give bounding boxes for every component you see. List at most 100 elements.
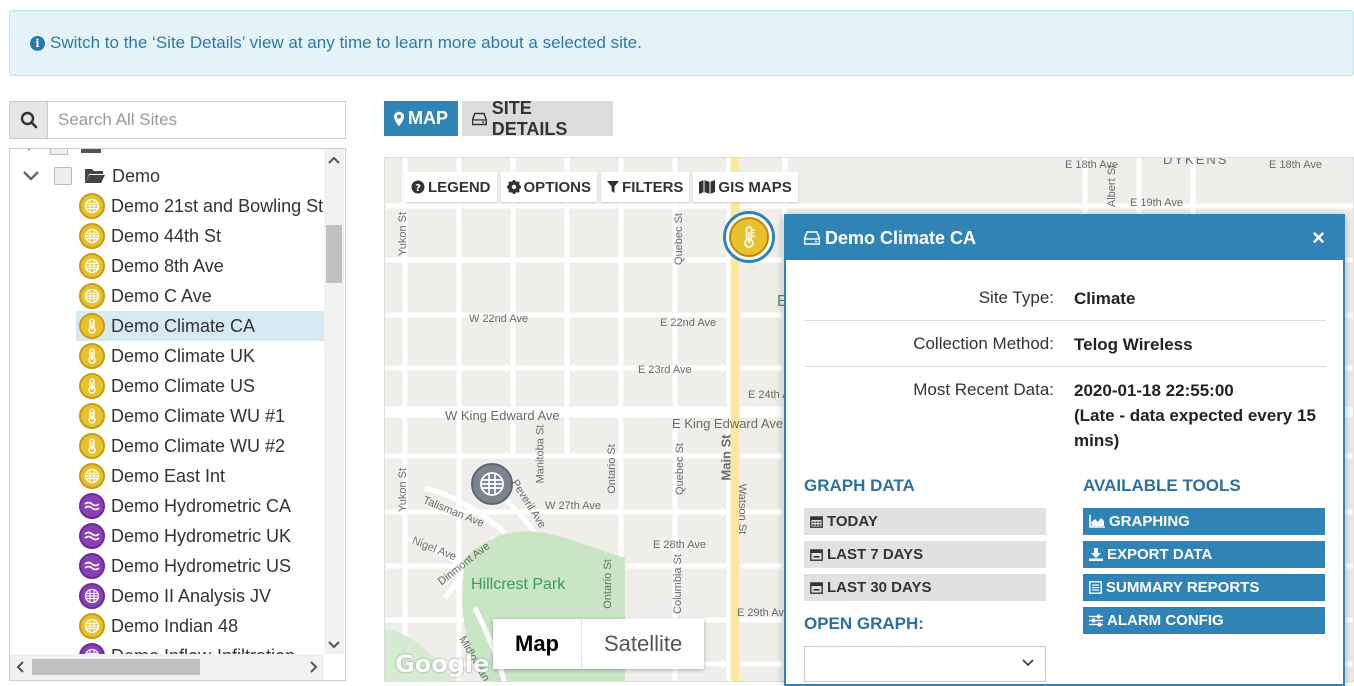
recent-data-value: 2020-01-18 22:55:00 (Late - data expecte… [1074,378,1326,453]
map-label-e29: E 29th Ave [737,607,791,619]
map-label-yukon-1: Yukon St [397,211,410,257]
thermometer-icon [88,348,96,364]
map-label-district: DYKENS [1163,157,1229,167]
popup-header: Demo Climate CA × [786,216,1343,260]
site-info-popup: Demo Climate CA × Site Type: Climate Col… [784,214,1345,686]
map-icon [699,180,716,194]
alarm-config-button[interactable]: ALARM CONFIG [1083,607,1325,634]
site-type-label: Site Type: [978,288,1054,307]
summary-reports-button[interactable]: SUMMARY REPORTS [1083,574,1325,601]
folder-open-icon [85,169,105,183]
hscroll-thumb[interactable] [32,659,200,675]
wave-icon [84,531,100,541]
site-type-icon [79,193,105,219]
tree-site-item[interactable]: Demo Indian 48 [76,611,324,641]
tree-site-item[interactable]: Demo Hydrometric CA [76,491,324,521]
tree-site-label: Demo 44th St [111,225,222,246]
tree-site-item[interactable]: Demo Inflow-Infiltration [76,641,324,654]
legend-button[interactable]: ? LEGEND [405,172,497,202]
svg-text:?: ? [415,183,421,194]
legend-label: LEGEND [428,178,491,196]
site-type-icon [79,613,105,639]
site-marker-grey[interactable] [471,463,513,505]
filters-label: FILTERS [622,178,684,196]
options-button[interactable]: OPTIONS [500,172,598,202]
thermometer-icon [88,408,96,424]
scroll-left-icon[interactable] [10,657,30,677]
graph-last-30-days-button[interactable]: LAST 30 DAYS [804,574,1046,601]
tree-site-item[interactable]: Demo Climate WU #2 [76,431,324,461]
tree-site-item[interactable]: Demo Climate UK [76,341,324,371]
close-icon[interactable]: × [1312,225,1325,251]
tree-site-item[interactable]: Demo 8th Ave [76,251,324,281]
info-banner-text: Switch to the ‘Site Details’ view at any… [50,33,642,52]
tab-site-details[interactable]: SITE DETAILS [462,98,613,139]
calendar-minus-icon [810,549,823,561]
folder-checkbox[interactable] [54,167,72,185]
tree-site-item[interactable]: Demo 21st and Bowling St [76,191,324,221]
tree-site-label: Demo C Ave [111,285,212,306]
map-label-w27: W 27th Ave [545,500,602,512]
gear-icon [506,180,521,194]
tree-site-item[interactable]: Demo II Analysis JV [76,581,324,611]
site-type-icon [79,373,105,399]
filters-button[interactable]: FILTERS [601,172,690,202]
tree-site-item[interactable]: Demo Hydrometric US [76,551,324,581]
graph-last-7-days-button[interactable]: LAST 7 DAYS [804,541,1046,568]
tree-site-item[interactable]: Demo East Int [76,461,324,491]
map-label-w22: W 22nd Ave [469,313,529,325]
search-button[interactable] [10,102,48,138]
download-icon [1089,548,1103,561]
collection-method-value: Telog Wireless [1074,335,1193,354]
tree-site-label: Demo Climate UK [111,345,256,366]
map-type-map[interactable]: Map [493,619,582,669]
tree-site-label: Demo II Analysis JV [111,585,272,606]
site-type-icon [79,283,105,309]
site-type-icon [79,343,105,369]
site-type-icon [79,403,105,429]
graph-today-label: TODAY [827,513,878,530]
scroll-thumb[interactable] [326,225,342,283]
thermometer-icon [744,226,755,248]
tree-horizontal-scrollbar[interactable] [10,654,324,680]
tree-site-label: Demo Hydrometric US [111,555,292,576]
selected-site-marker[interactable] [723,211,775,263]
map-type-satellite[interactable]: Satellite [582,619,704,669]
tree-folder-demo[interactable]: Demo [22,161,160,191]
tree-site-item[interactable]: Demo Climate WU #1 [76,401,324,431]
tree-site-item[interactable]: Demo Hydrometric UK [76,521,324,551]
scroll-right-icon[interactable] [304,657,324,677]
map-label-e23: E 23rd Ave [638,364,692,376]
map-label-park: Hillcrest Park [471,576,566,593]
graph-today-button[interactable]: TODAY [804,508,1046,535]
graphing-label: GRAPHING [1109,513,1190,530]
tree-vertical-scrollbar[interactable] [324,149,344,654]
chevron-down-icon [1022,659,1034,667]
scroll-up-icon[interactable] [324,149,344,169]
tree-site-item[interactable]: Demo Climate CA [76,311,324,341]
tab-site-details-label: SITE DETAILS [491,97,568,139]
map-label-quebec-1: Quebec St [672,213,685,265]
export-data-button[interactable]: EXPORT DATA [1083,541,1325,568]
calendar-minus-icon [810,582,823,594]
chevron-down-icon[interactable] [22,170,40,182]
map-marker-icon [394,111,404,126]
divider [804,366,1326,367]
grid-icon [84,588,100,604]
search-input[interactable] [48,102,345,138]
summary-reports-label: SUMMARY REPORTS [1106,579,1260,596]
recent-data-note: (Late - data expected every 15 mins) [1074,406,1316,450]
options-label: OPTIONS [523,178,592,196]
tree-site-item[interactable]: Demo 44th St [76,221,324,251]
grid-icon [84,198,100,214]
tree-site-label: Demo Climate WU #2 [111,435,286,456]
tree-site-label: Demo 8th Ave [111,255,224,276]
tree-site-item[interactable]: Demo Climate US [76,371,324,401]
map-label-watson: Watson St [736,483,749,535]
tree-site-item[interactable]: Demo C Ave [76,281,324,311]
gis-maps-button[interactable]: GIS MAPS [693,172,798,202]
scroll-down-icon[interactable] [324,634,344,654]
open-graph-select[interactable] [804,646,1046,682]
graphing-button[interactable]: GRAPHING [1083,508,1325,535]
tab-map[interactable]: MAP [384,101,458,136]
